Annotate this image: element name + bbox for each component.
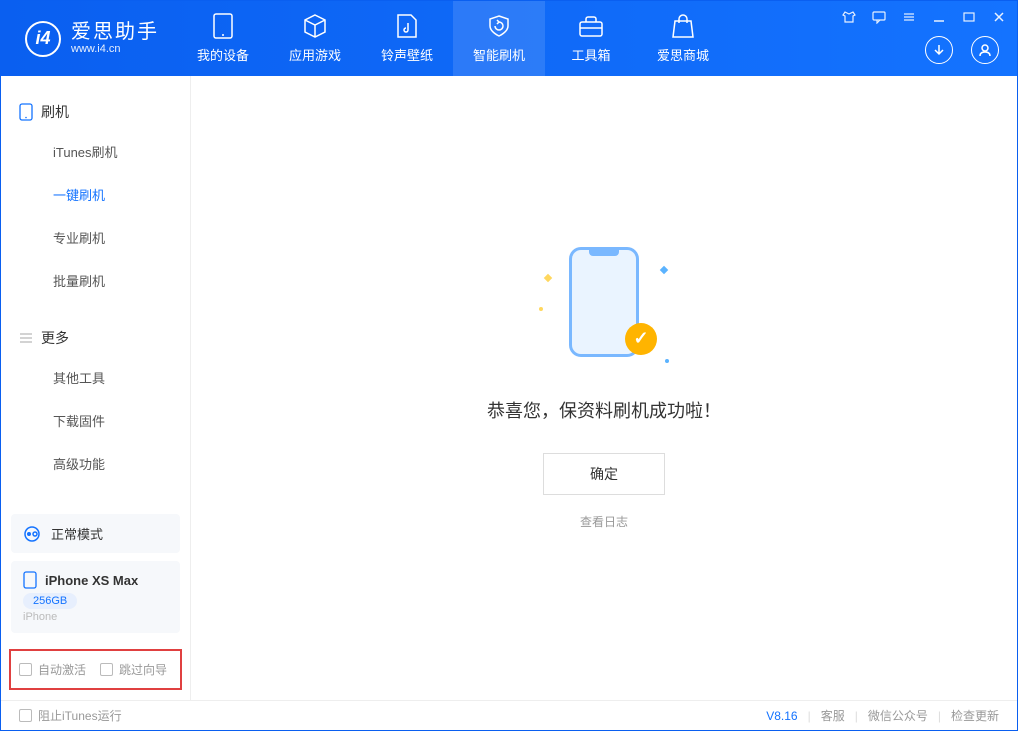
mode-icon bbox=[23, 525, 41, 543]
nav-smart-flash[interactable]: 智能刷机 bbox=[453, 1, 545, 76]
checkbox-skip-guide[interactable]: 跳过向导 bbox=[100, 661, 167, 678]
device-type: iPhone bbox=[23, 611, 168, 623]
maximize-button[interactable] bbox=[961, 9, 977, 25]
device-info-box[interactable]: iPhone XS Max 256GB iPhone bbox=[11, 561, 180, 633]
titlebar: i4 爱思助手 www.i4.cn 我的设备 应用游戏 铃声壁纸 bbox=[1, 1, 1017, 76]
toolbox-icon bbox=[578, 13, 604, 39]
header-actions bbox=[925, 36, 999, 64]
check-update-link[interactable]: 检查更新 bbox=[951, 707, 999, 724]
download-button[interactable] bbox=[925, 36, 953, 64]
phone-small-icon bbox=[23, 571, 37, 589]
app-title: 爱思助手 bbox=[71, 21, 159, 43]
sidebar-item-batch-flash[interactable]: 批量刷机 bbox=[1, 259, 190, 302]
success-message: 恭喜您，保资料刷机成功啦！ bbox=[487, 397, 721, 423]
music-file-icon bbox=[394, 13, 420, 39]
sidebar-item-download-firmware[interactable]: 下载固件 bbox=[1, 399, 190, 442]
checkbox-auto-activate[interactable]: 自动激活 bbox=[19, 661, 86, 678]
checkbox-icon bbox=[100, 663, 113, 676]
success-illustration: ✓ bbox=[559, 247, 649, 367]
flash-options-row: 自动激活 跳过向导 bbox=[9, 649, 182, 690]
nav-apps-games[interactable]: 应用游戏 bbox=[269, 1, 361, 76]
sidebar-item-other-tools[interactable]: 其他工具 bbox=[1, 356, 190, 399]
app-subtitle: www.i4.cn bbox=[71, 43, 159, 55]
device-name: iPhone XS Max bbox=[45, 573, 138, 588]
nav-toolbox[interactable]: 工具箱 bbox=[545, 1, 637, 76]
menu-icon[interactable] bbox=[901, 9, 917, 25]
close-button[interactable] bbox=[991, 9, 1007, 25]
device-mode-label: 正常模式 bbox=[51, 524, 103, 543]
nav-ringtones[interactable]: 铃声壁纸 bbox=[361, 1, 453, 76]
phone-icon bbox=[19, 103, 33, 121]
check-icon: ✓ bbox=[625, 323, 657, 355]
feedback-icon[interactable] bbox=[871, 9, 887, 25]
version-label: V8.16 bbox=[766, 709, 797, 723]
support-link[interactable]: 客服 bbox=[821, 707, 845, 724]
main-nav: 我的设备 应用游戏 铃声壁纸 智能刷机 工具箱 bbox=[177, 1, 729, 76]
checkbox-icon bbox=[19, 663, 32, 676]
window-controls bbox=[841, 9, 1007, 25]
refresh-shield-icon bbox=[486, 13, 512, 39]
main-content: ✓ 恭喜您，保资料刷机成功啦！ 确定 查看日志 bbox=[191, 76, 1017, 700]
ok-button[interactable]: 确定 bbox=[543, 453, 665, 495]
checkbox-icon bbox=[19, 709, 32, 722]
cube-icon bbox=[302, 13, 328, 39]
sidebar-section-more: 更多 bbox=[1, 320, 190, 356]
shirt-icon[interactable] bbox=[841, 9, 857, 25]
nav-store[interactable]: 爱思商城 bbox=[637, 1, 729, 76]
view-log-link[interactable]: 查看日志 bbox=[580, 513, 628, 530]
device-mode-box[interactable]: 正常模式 bbox=[11, 514, 180, 553]
statusbar: 阻止iTunes运行 V8.16 | 客服 | 微信公众号 | 检查更新 bbox=[1, 700, 1017, 730]
sidebar: 刷机 iTunes刷机 一键刷机 专业刷机 批量刷机 更多 其他工具 下载固件 … bbox=[1, 76, 191, 700]
wechat-link[interactable]: 微信公众号 bbox=[868, 707, 928, 724]
sidebar-item-oneclick-flash[interactable]: 一键刷机 bbox=[1, 173, 190, 216]
device-capacity: 256GB bbox=[23, 593, 77, 609]
sidebar-item-advanced[interactable]: 高级功能 bbox=[1, 442, 190, 485]
bag-icon bbox=[670, 13, 696, 39]
app-logo: i4 爱思助手 www.i4.cn bbox=[1, 21, 177, 57]
logo-icon: i4 bbox=[25, 21, 61, 57]
user-button[interactable] bbox=[971, 36, 999, 64]
sidebar-section-flash: 刷机 bbox=[1, 94, 190, 130]
checkbox-block-itunes[interactable]: 阻止iTunes运行 bbox=[19, 707, 122, 724]
device-icon bbox=[210, 13, 236, 39]
sidebar-item-itunes-flash[interactable]: iTunes刷机 bbox=[1, 130, 190, 173]
minimize-button[interactable] bbox=[931, 9, 947, 25]
nav-my-device[interactable]: 我的设备 bbox=[177, 1, 269, 76]
list-icon bbox=[19, 331, 33, 345]
sidebar-item-pro-flash[interactable]: 专业刷机 bbox=[1, 216, 190, 259]
